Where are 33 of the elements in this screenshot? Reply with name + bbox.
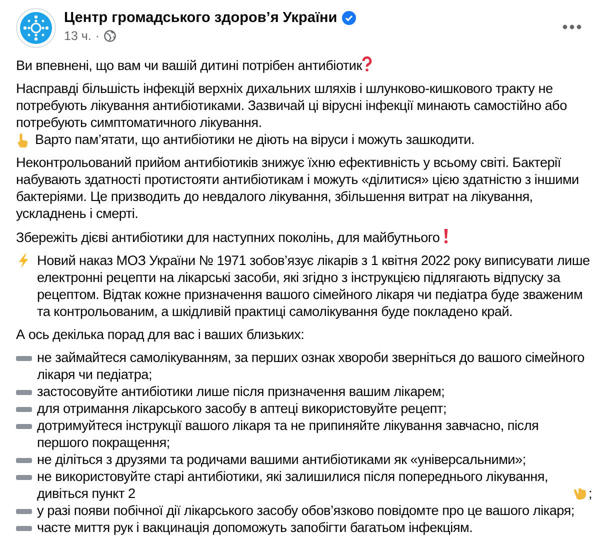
tip-text: застосовуйте антибіотики лише після призначення вашим лікарем; [37,383,445,400]
minus-icon [16,424,32,429]
minus-icon [16,458,32,463]
page-name[interactable]: Центр громадського здоров’я України [64,10,338,26]
question-mark-icon [362,56,372,72]
post-text: Неконтрольований прийом антибіотиків знижує їхню ефективність у всьому світі. Бактерії набувають здатності протистояти антибіотикам і можуть «ділитися» цією здатністю з іншими бактеріями. Це призводить до невдалого лікування, збільшення витрат на лікування, ускладнень і смерті. [16,155,579,221]
pointing-up-hand-icon [16,132,30,148]
tip-text: дотримуйтеся інструкції вашого лікаря та не припиняйте лікування завчасно, після першого покращення; [37,417,540,451]
tip-text: часте миття рук і вакцинація допоможуть запобігти багатьом інфекціям. [37,519,473,536]
tip-text: не діліться з друзями та родичами вашими антибіотиками як «універсальними»; [37,451,526,468]
post-text: Збережіть дієві антибіотики для наступних поколінь, для майбутнього [16,230,440,245]
globe-icon [104,30,116,42]
post-text: Варто пам’ятати, що антибіотики не діють на віруси і можуть зашкодити. [35,131,475,148]
post-time[interactable]: 13 ч. [64,29,92,43]
minus-icon [16,509,32,514]
post-text: Ви впевнені, що вам чи вашій дитині потрібен антибіотик [16,58,362,73]
minus-icon [16,356,32,361]
post-text: Насправді більшість інфекцій верхніх дихальних шляхів і шлунково-кишкового тракту не потребують лікування антибіотиками. Зазвичай ці вірусні інфекції минають самостійно або потребують симптоматичного лікування. [16,80,568,131]
minus-icon [16,390,32,395]
pointing-down-hand-icon [572,486,588,502]
tip-text: не займайтеся самолікуванням, за перших ознак хвороби зверніться до вашого сімейного лікаря чи педіатра; [37,349,586,383]
tip-text: для отримання лікарського засобу в аптеці використовуйте рецепт; [37,400,447,417]
tip-text: ; [588,485,592,502]
exclamation-mark-icon [443,228,450,244]
minus-icon [16,407,32,412]
logo-avatar[interactable] [16,8,56,48]
separator-dot: · [95,29,100,43]
tip-text: у разі появи побічної дії лікарського засобу обов’язково повідомте про це вашого лікаря; [37,502,574,519]
more-options-icon[interactable] [562,24,582,30]
minus-icon [16,475,32,480]
post-text: Новий наказ МОЗ України № 1971 зобов’язує лікарів з 1 квітня 2022 року виписувати лише електронні рецепти на лікарські засоби, які згідно з інструкцією підлягають відпуску за рецептом. Відтак кожне призначення вашого сімейного лікаря чи педіатра буде зваженим та контрольованим, а шкідливій практиці самолікування буде покладено край. [37,252,591,320]
minus-icon [16,526,32,531]
post-text: А ось декілька порад для вас і ваших близьких: [16,327,304,342]
